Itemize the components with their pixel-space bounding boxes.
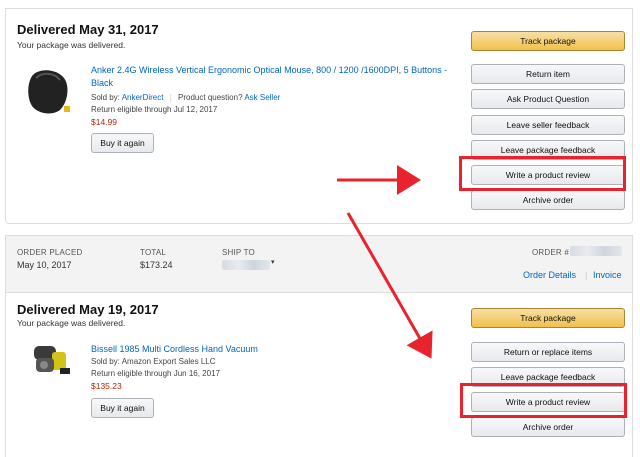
- annotation-arrows: [337, 165, 433, 359]
- arrow-to-review-2: [346, 212, 433, 359]
